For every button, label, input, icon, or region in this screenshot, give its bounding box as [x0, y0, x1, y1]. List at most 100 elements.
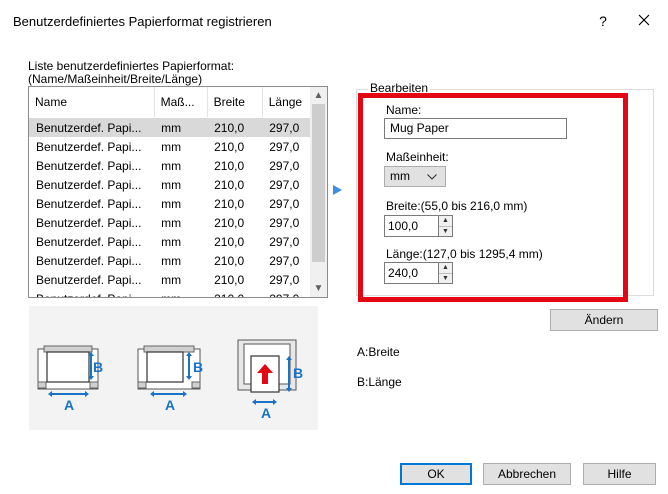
- table-row[interactable]: Benutzerdef. Papi...mm210,0297,0: [29, 175, 311, 194]
- chevron-down-icon: [427, 174, 437, 180]
- cell-unit: mm: [161, 234, 182, 249]
- list-scrollbar[interactable]: ▲ ▼: [310, 87, 327, 297]
- cell-width: 210,0: [214, 177, 245, 192]
- scroll-down-icon[interactable]: ▼: [310, 280, 327, 297]
- cell-unit: mm: [161, 253, 182, 268]
- dialog-title: Benutzerdefiniertes Papierformat registr…: [13, 14, 272, 29]
- unit-label: Maßeinheit:: [386, 150, 449, 164]
- help-title-button[interactable]: ?: [593, 10, 613, 32]
- illustration-label-a2: A: [165, 397, 175, 413]
- close-icon: [638, 14, 650, 26]
- paper-feed-diagram: B A B A B A: [37, 339, 303, 421]
- illustration-label-b3: B: [293, 365, 303, 381]
- spin-down-icon[interactable]: ▼: [439, 226, 452, 236]
- unit-select[interactable]: mm: [384, 166, 446, 187]
- column-header-name[interactable]: Name: [29, 87, 155, 118]
- table-row[interactable]: Benutzerdef. Papi... mm 210,0 297,0: [29, 156, 311, 175]
- table-row[interactable]: Benutzerdef. Papi... mm 210,0 297,0: [29, 213, 311, 232]
- column-header-unit[interactable]: Maß...: [154, 87, 208, 118]
- cell-unit: mm: [161, 215, 182, 230]
- illustration-label-b2: B: [193, 359, 203, 375]
- scroll-up-icon[interactable]: ▲: [310, 87, 327, 104]
- table-row[interactable]: Benutzerdef. Papi... mm 210,0 297,0: [29, 194, 311, 213]
- cell-name: Benutzerdef. Papi...: [36, 196, 142, 211]
- cell-width: 210,0: [214, 234, 245, 249]
- illustration-label-a3: A: [261, 405, 271, 421]
- length-diagram: [137, 345, 201, 397]
- cell-unit: mm: [161, 158, 182, 173]
- cancel-button[interactable]: Abbrechen: [483, 463, 571, 485]
- cell-length: 297,0: [262, 289, 311, 298]
- table-row[interactable]: Benutzerdef. Papi... mm 210,0 297,0: [29, 270, 311, 289]
- cell-width: 210,0: [214, 196, 245, 211]
- cell-length: 297,0: [269, 234, 300, 249]
- cell-width: 210,0: [214, 215, 245, 230]
- column-header-length[interactable]: Länge: [262, 87, 311, 118]
- cell-name: Benutzerdef. Papi...: [36, 234, 142, 249]
- cell-length: 297,0: [262, 117, 311, 137]
- table-row[interactable]: Benutzerdef. Papi... mm 210,0 297,0: [29, 137, 311, 156]
- cell-unit: mm: [161, 177, 182, 192]
- feed-diagram: [237, 339, 297, 405]
- paper-illustration: B A B A B A: [29, 306, 318, 430]
- table-row[interactable]: Benutzerdef. Papi...mm210,0297,0: [29, 289, 311, 298]
- width-input[interactable]: 100,0: [384, 215, 439, 237]
- name-input[interactable]: Mug Paper: [384, 118, 567, 139]
- cell-name: Benutzerdef. Papi...: [36, 177, 142, 192]
- cell-unit: mm: [161, 272, 182, 287]
- paper-format-list[interactable]: Name Maß... Breite Länge Benutzerdef. Pa…: [28, 86, 328, 298]
- length-stepper[interactable]: 240,0 ▲ ▼: [384, 262, 453, 284]
- length-spin-buttons[interactable]: ▲ ▼: [439, 262, 453, 284]
- cell-unit: mm: [161, 196, 182, 211]
- table-row[interactable]: Benutzerdef. Papi... mm 210,0 297,0: [29, 251, 311, 270]
- cell-width: 210,0: [214, 158, 245, 173]
- illustration-label-a: A: [64, 397, 74, 413]
- width-diagram: [37, 345, 99, 397]
- cell-name: Benutzerdef. Papi...: [36, 158, 142, 173]
- cell-width: 210,0: [214, 139, 245, 154]
- width-stepper[interactable]: 100,0 ▲ ▼: [384, 215, 453, 237]
- column-header-width[interactable]: Breite: [207, 87, 263, 118]
- cell-length: 297,0: [269, 253, 300, 268]
- cell-name: Benutzerdef. Papi...: [36, 253, 142, 268]
- width-spin-buttons[interactable]: ▲ ▼: [439, 215, 453, 237]
- cell-width: 210,0: [207, 289, 262, 298]
- cell-length: 297,0: [269, 215, 300, 230]
- table-row[interactable]: Benutzerdef. Papi...mm210,0297,0: [29, 117, 311, 137]
- cell-name: Benutzerdef. Papi...: [36, 139, 142, 154]
- cell-length: 297,0: [269, 139, 300, 154]
- help-button[interactable]: Hilfe: [583, 463, 656, 485]
- spin-up-icon[interactable]: ▲: [439, 263, 452, 274]
- cell-length: 297,0: [269, 196, 300, 211]
- cell-length: 297,0: [269, 272, 300, 287]
- cell-unit: mm: [154, 117, 208, 137]
- question-icon: ?: [599, 13, 607, 29]
- cell-name: Benutzerdef. Papi...: [29, 117, 155, 137]
- cell-width: 210,0: [214, 272, 245, 287]
- name-label: Name:: [386, 103, 422, 117]
- ok-button[interactable]: OK: [400, 463, 472, 485]
- cell-width: 210,0: [207, 117, 263, 137]
- table-row[interactable]: Benutzerdef. Papi... mm 210,0 297,0: [29, 232, 311, 251]
- legend-width: A:Breite: [357, 345, 400, 359]
- width-label: Breite:(55,0 bis 216,0 mm): [386, 199, 528, 213]
- close-button[interactable]: [632, 8, 656, 32]
- change-button[interactable]: Ändern: [550, 309, 658, 331]
- cell-width: 210,0: [214, 253, 245, 268]
- spin-down-icon[interactable]: ▼: [439, 273, 452, 283]
- legend-length: B:Länge: [357, 375, 402, 389]
- cell-unit: mm: [154, 289, 207, 298]
- cell-length: 297,0: [269, 158, 300, 173]
- list-caption: Liste benutzerdefiniertes Papierformat: …: [28, 60, 234, 86]
- paper-format-table: Name Maß... Breite Länge Benutzerdef. Pa…: [29, 87, 311, 298]
- cell-name: Benutzerdef. Papi...: [36, 272, 142, 287]
- scroll-thumb[interactable]: [312, 104, 325, 262]
- illustration-label-b: B: [93, 359, 103, 375]
- arrow-right-icon: [333, 185, 342, 195]
- list-caption-line2: (Name/Maßeinheit/Breite/Länge): [28, 72, 203, 86]
- list-header: Name Maß... Breite Länge: [29, 87, 311, 118]
- cell-unit: mm: [161, 139, 182, 154]
- length-input[interactable]: 240,0: [384, 262, 439, 284]
- cell-name: Benutzerdef. Papi...: [36, 215, 142, 230]
- spin-up-icon[interactable]: ▲: [439, 216, 452, 227]
